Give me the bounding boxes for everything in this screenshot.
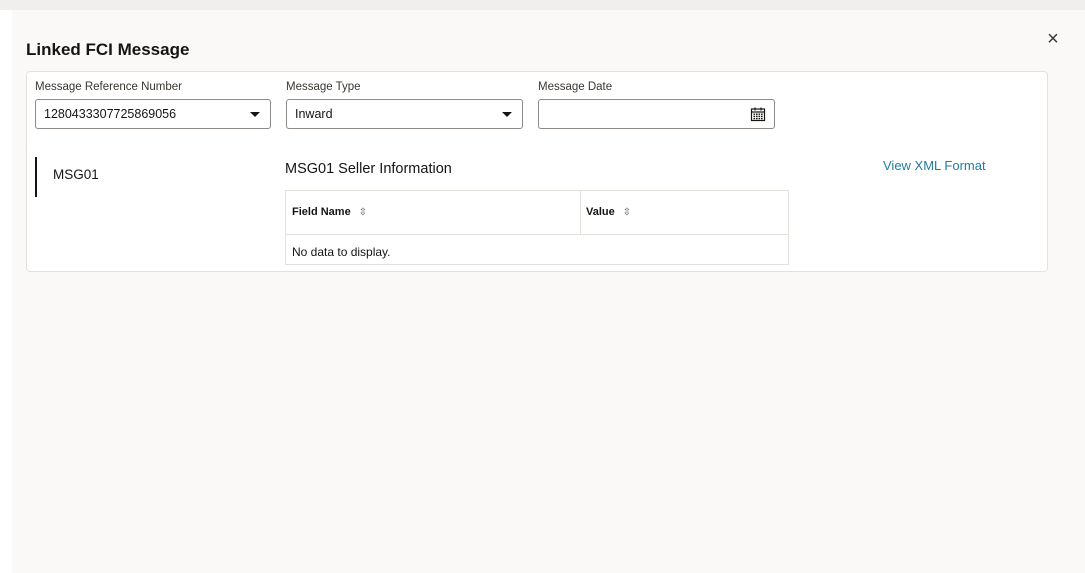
sort-icon[interactable]: ⇳ <box>359 207 367 218</box>
message-type-value: Inward <box>295 107 333 121</box>
caret-down-icon <box>502 112 512 117</box>
seller-information-table: Field Name ⇳ Value ⇳ No data to display. <box>285 190 789 265</box>
column-header-label: Field Name <box>292 206 351 218</box>
view-xml-format-link[interactable]: View XML Format <box>883 158 986 173</box>
message-date-label: Message Date <box>538 81 613 93</box>
table-header: Field Name ⇳ Value ⇳ <box>286 191 788 235</box>
message-reference-number-value: 1280433307725869056 <box>44 107 177 121</box>
caret-down-icon <box>250 112 260 117</box>
message-detail-panel: MSG01 MSG01 Seller Information View XML … <box>26 149 1048 272</box>
column-header-value[interactable]: Value ⇳ <box>586 206 631 218</box>
close-icon[interactable]: × <box>1044 29 1062 49</box>
background-strip <box>0 0 1085 10</box>
column-header-label: Value <box>586 206 615 218</box>
dialog-title: Linked FCI Message <box>26 40 190 59</box>
message-reference-number-select[interactable]: 1280433307725869056 <box>35 99 271 129</box>
column-divider <box>580 191 581 234</box>
empty-table-message: No data to display. <box>292 245 391 259</box>
section-title: MSG01 Seller Information <box>285 161 452 177</box>
filter-panel: Message Reference Number 128043330772586… <box>26 71 1048 151</box>
selected-tab-indicator <box>35 157 37 197</box>
sort-icon[interactable]: ⇳ <box>623 207 631 218</box>
message-tab-msg01[interactable]: MSG01 <box>53 167 99 182</box>
column-header-field-name[interactable]: Field Name ⇳ <box>292 206 367 218</box>
message-type-label: Message Type <box>286 81 361 93</box>
message-date-input[interactable] <box>538 99 775 129</box>
message-reference-number-label: Message Reference Number <box>35 81 183 93</box>
calendar-icon[interactable] <box>750 106 766 122</box>
message-type-select[interactable]: Inward <box>286 99 523 129</box>
